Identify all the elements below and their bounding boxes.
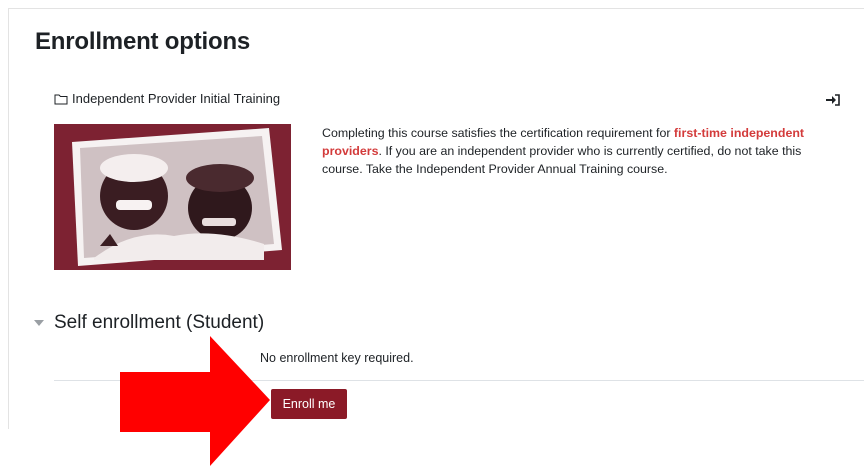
summary-text-3: course.	[623, 162, 668, 176]
course-summary: Completing this course satisfies the cer…	[322, 124, 832, 178]
course-image	[54, 124, 291, 270]
course-title-row[interactable]: Independent Provider Initial Training	[54, 91, 280, 106]
no-key-text: No enrollment key required.	[260, 351, 414, 365]
self-enrollment-toggle[interactable]: Self enrollment (Student)	[34, 312, 264, 334]
enter-icon[interactable]	[826, 94, 840, 106]
course-title-link[interactable]: Independent Provider Initial Training	[72, 91, 280, 106]
enroll-me-button[interactable]: Enroll me	[271, 389, 347, 419]
summary-text: Completing this course satisfies the cer…	[322, 126, 674, 140]
self-enrollment-title: Self enrollment (Student)	[54, 312, 265, 333]
chevron-down-icon	[34, 320, 44, 326]
folder-icon	[54, 94, 68, 104]
annual-training-link[interactable]: Independent Provider Annual Training	[416, 162, 623, 176]
red-arrow-annotation	[120, 336, 270, 466]
page-title: Enrollment options	[35, 28, 251, 55]
